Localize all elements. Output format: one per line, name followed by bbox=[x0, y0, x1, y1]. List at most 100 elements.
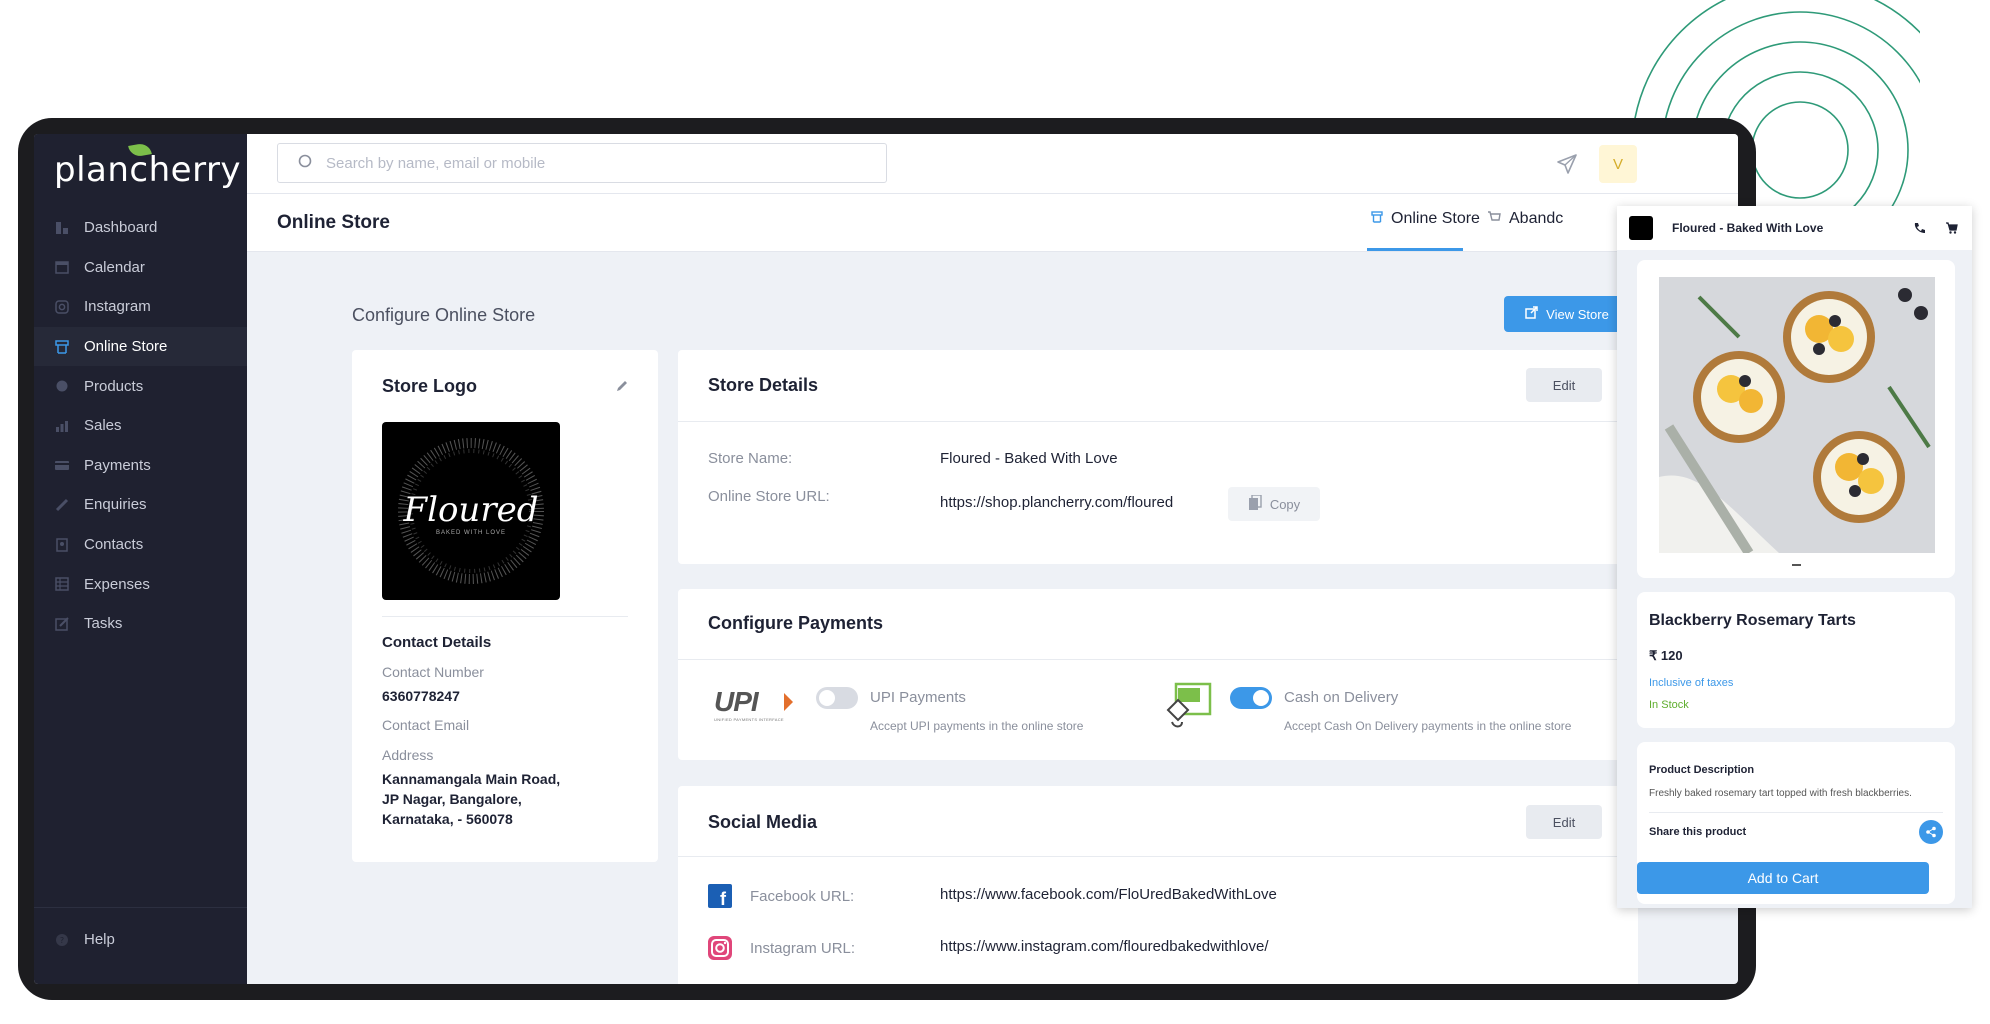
page-header: Online Store Online Store Abandc bbox=[247, 194, 1738, 252]
cash-icon bbox=[1164, 682, 1214, 735]
contact-number-label: Contact Number bbox=[382, 664, 484, 680]
sidebar-item-label: Products bbox=[84, 377, 144, 395]
svg-text:f: f bbox=[720, 889, 727, 908]
address-line: Kannamangala Main Road, bbox=[382, 771, 561, 787]
help-icon: ? bbox=[54, 932, 70, 948]
sidebar-item-dashboard[interactable]: Dashboard bbox=[34, 208, 247, 248]
view-store-button[interactable]: View Store bbox=[1504, 296, 1630, 332]
store-icon bbox=[1371, 210, 1383, 228]
address-label: Address bbox=[382, 747, 434, 763]
social-media-card: Social Media Edit f Facebook URL: https:… bbox=[678, 786, 1638, 984]
sidebar-item-online-store[interactable]: Online Store bbox=[34, 326, 247, 367]
help-label: Help bbox=[84, 931, 115, 949]
sidebar-item-expenses[interactable]: Expenses bbox=[34, 564, 247, 604]
sidebar-item-products[interactable]: Products bbox=[34, 366, 247, 406]
sidebar-item-label: Calendar bbox=[84, 258, 145, 276]
description-text: Freshly baked rosemary tart topped with … bbox=[1649, 788, 1912, 799]
upi-label: UPI Payments bbox=[870, 689, 966, 706]
sidebar-item-payments[interactable]: Payments bbox=[34, 446, 247, 486]
calendar-icon bbox=[54, 259, 70, 275]
toggle-knob bbox=[1253, 690, 1269, 706]
facebook-url-value[interactable]: https://www.facebook.com/FloUredBakedWit… bbox=[940, 886, 1277, 903]
upi-toggle[interactable] bbox=[816, 687, 858, 709]
tasks-icon bbox=[54, 616, 70, 632]
sidebar: plancherry Dashboard Calendar Instagram bbox=[34, 134, 247, 984]
store-preview: Floured - Baked With Love Blackberry Ros… bbox=[1617, 206, 1972, 908]
svg-text:?: ? bbox=[60, 936, 64, 945]
phone-icon[interactable] bbox=[1913, 221, 1925, 239]
store-name-label: Store Name: bbox=[708, 450, 793, 467]
app-screen: plancherry Dashboard Calendar Instagram bbox=[34, 134, 1738, 984]
pencil-icon[interactable] bbox=[614, 378, 630, 399]
sidebar-item-label: Instagram bbox=[84, 298, 151, 316]
sidebar-item-contacts[interactable]: Contacts bbox=[34, 525, 247, 565]
address-line: Karnataka, - 560078 bbox=[382, 811, 513, 827]
cart-icon[interactable] bbox=[1945, 221, 1958, 239]
copy-label: Copy bbox=[1269, 496, 1301, 512]
cod-description: Accept Cash On Delivery payments in the … bbox=[1284, 719, 1572, 733]
cod-label: Cash on Delivery bbox=[1284, 689, 1399, 706]
carousel-indicator[interactable] bbox=[1792, 564, 1801, 566]
product-name: Blackberry Rosemary Tarts bbox=[1649, 612, 1856, 629]
divider bbox=[678, 856, 1638, 857]
top-bar: V bbox=[247, 134, 1738, 194]
sidebar-item-label: Dashboard bbox=[84, 219, 158, 237]
facebook-icon: f bbox=[708, 884, 732, 913]
sidebar-item-calendar[interactable]: Calendar bbox=[34, 248, 247, 288]
view-store-label: View Store bbox=[1546, 306, 1609, 322]
sidebar-item-help[interactable]: ? Help bbox=[34, 920, 247, 960]
tab-abandoned[interactable]: Abandc bbox=[1487, 210, 1563, 228]
user-avatar[interactable]: V bbox=[1599, 145, 1637, 183]
sidebar-item-sales[interactable]: Sales bbox=[34, 406, 247, 446]
upi-description: Accept UPI payments in the online store bbox=[870, 719, 1084, 733]
active-tab-indicator bbox=[1367, 248, 1463, 251]
send-icon[interactable] bbox=[1557, 154, 1577, 179]
sidebar-item-label: Enquiries bbox=[84, 496, 147, 514]
sidebar-item-label: Payments bbox=[84, 456, 151, 474]
tab-online-store[interactable]: Online Store bbox=[1371, 210, 1480, 228]
instagram-url-value[interactable]: https://www.instagram.com/flouredbakedwi… bbox=[940, 938, 1268, 955]
copy-url-button[interactable]: Copy bbox=[1228, 487, 1320, 521]
store-details-title: Store Details bbox=[708, 375, 819, 395]
stock-status: In Stock bbox=[1649, 699, 1689, 711]
share-icon[interactable] bbox=[1919, 820, 1943, 844]
products-icon bbox=[54, 378, 70, 394]
store-logo-card: Store Logo Floured BAKED WITH LOVE Conta… bbox=[352, 350, 658, 862]
add-to-cart-button[interactable]: Add to Cart bbox=[1637, 862, 1929, 894]
sidebar-item-label: Tasks bbox=[84, 615, 123, 633]
toggle-knob bbox=[819, 690, 835, 706]
store-details-card: Store Details Edit Store Name: Floured -… bbox=[678, 350, 1638, 564]
cod-toggle[interactable] bbox=[1230, 687, 1272, 709]
social-media-title: Social Media bbox=[708, 812, 818, 832]
share-label: Share this product bbox=[1649, 826, 1747, 838]
contact-number-value: 6360778247 bbox=[382, 688, 460, 704]
divider bbox=[678, 659, 1638, 660]
address-line: JP Nagar, Bangalore, bbox=[382, 791, 522, 807]
help-section: ? Help bbox=[34, 907, 247, 960]
edit-store-details-button[interactable]: Edit bbox=[1526, 368, 1602, 402]
divider bbox=[382, 616, 628, 617]
brand-logo[interactable]: plancherry bbox=[34, 134, 247, 206]
store-url-value[interactable]: https://shop.plancherry.com/floured bbox=[940, 494, 1173, 511]
external-link-icon bbox=[1525, 306, 1538, 322]
sidebar-item-instagram[interactable]: Instagram bbox=[34, 287, 247, 327]
sidebar-item-tasks[interactable]: Tasks bbox=[34, 604, 247, 644]
search-input[interactable] bbox=[326, 154, 846, 172]
dashboard-icon bbox=[54, 220, 70, 236]
expenses-icon bbox=[54, 576, 70, 592]
sidebar-item-enquiries[interactable]: Enquiries bbox=[34, 485, 247, 525]
tarts-photo bbox=[1659, 277, 1935, 553]
preview-store-logo bbox=[1629, 216, 1653, 240]
sidebar-item-label: Contacts bbox=[84, 536, 144, 554]
store-logo-title: Store Logo bbox=[382, 376, 477, 396]
edit-social-button[interactable]: Edit bbox=[1526, 805, 1602, 839]
divider bbox=[678, 421, 1638, 422]
tab-label: Online Store bbox=[1391, 210, 1480, 227]
store-url-label: Online Store URL: bbox=[708, 488, 830, 505]
sidebar-item-label: Online Store bbox=[84, 338, 168, 356]
logo-script-text: Floured bbox=[403, 490, 539, 530]
cart-icon bbox=[1487, 210, 1501, 228]
marketing-stage: plancherry Dashboard Calendar Instagram bbox=[0, 0, 1990, 1024]
product-image bbox=[1659, 277, 1935, 553]
section-title: Configure Online Store bbox=[352, 305, 536, 325]
